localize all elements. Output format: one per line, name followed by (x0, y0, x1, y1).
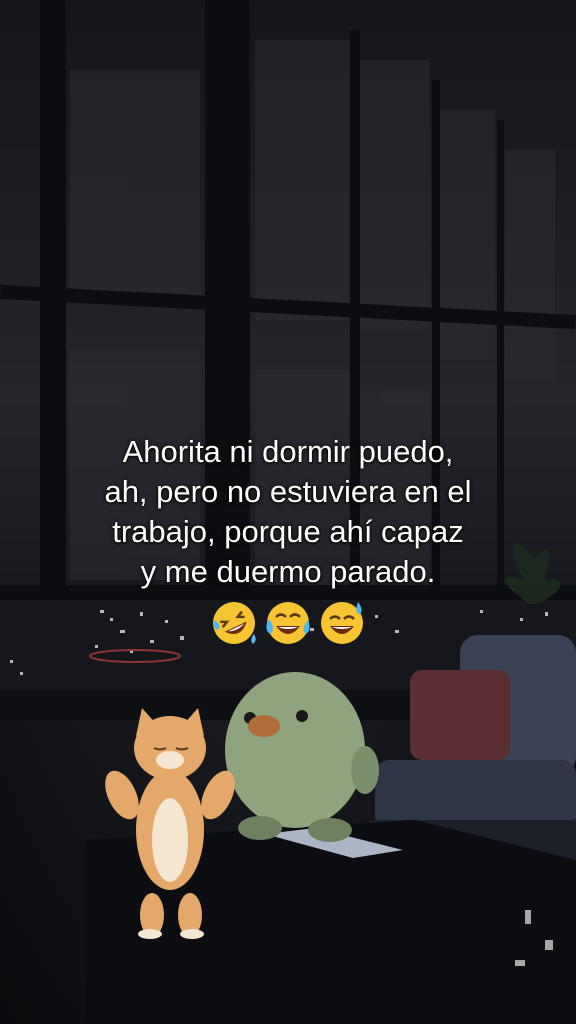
dancing-cat (105, 708, 235, 939)
emoji-row (0, 598, 576, 654)
video-frame: Ahorita ni dormir puedo, ah, pero no est… (0, 0, 576, 1024)
caption-line-1: Ahorita ni dormir puedo, (122, 434, 454, 469)
caption-text: Ahorita ni dormir puedo, ah, pero no est… (20, 432, 556, 592)
grinning-sweat-emoji-icon (321, 602, 363, 644)
rolling-on-floor-laughing-emoji-icon (213, 602, 256, 644)
caption-line-3: trabajo, porque ahí capaz (112, 514, 464, 549)
caption-line-2: ah, pero no estuviera en el (104, 474, 472, 509)
caption-line-4: y me duermo parado. (140, 554, 436, 589)
tears-of-joy-emoji-icon (266, 602, 310, 644)
